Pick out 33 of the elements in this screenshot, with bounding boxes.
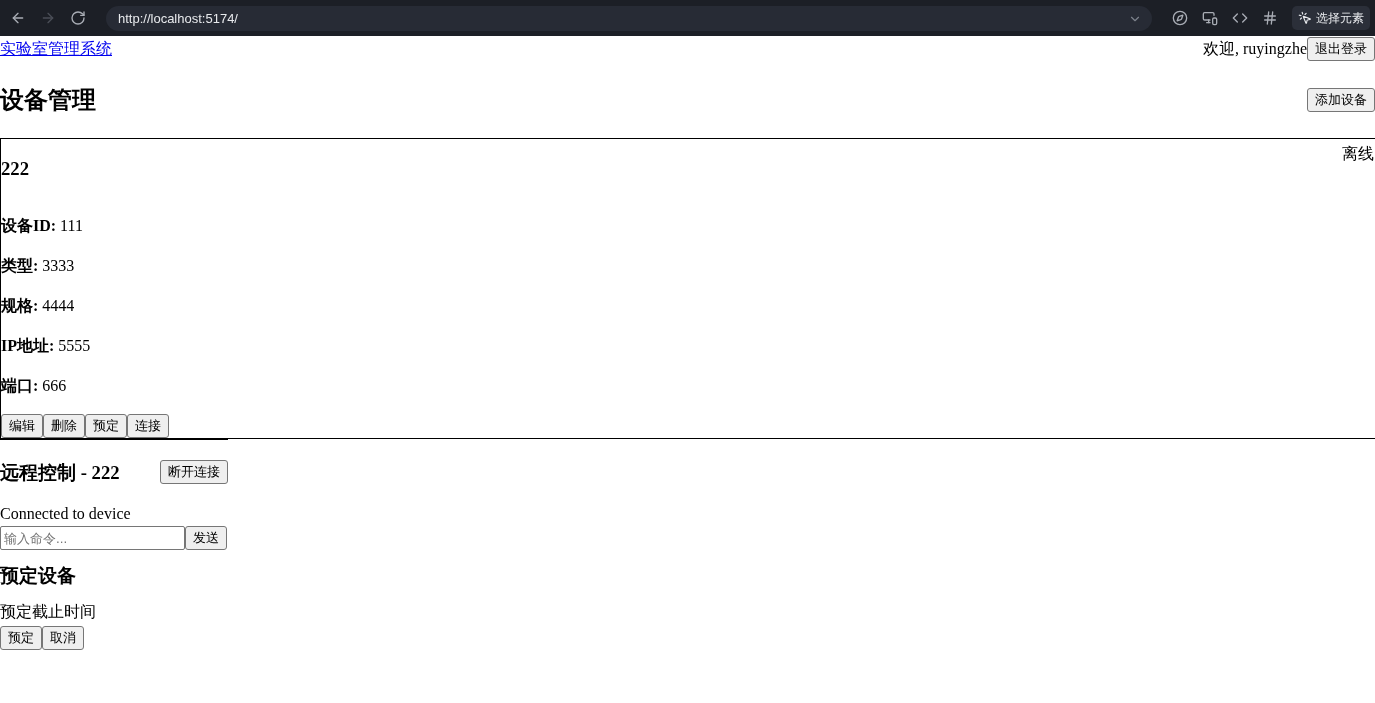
- welcome-text: 欢迎, ruyingzhe: [1203, 39, 1307, 60]
- cursor-click-icon: [1298, 11, 1312, 25]
- hash-icon[interactable]: [1262, 10, 1278, 26]
- device-field: 端口: 666: [1, 374, 67, 399]
- page-title: 设备管理: [0, 86, 96, 115]
- brand-link[interactable]: 实验室管理系统: [0, 37, 112, 61]
- device-action-button[interactable]: 编辑: [1, 414, 43, 439]
- device-action-button[interactable]: 预定: [85, 414, 127, 439]
- select-element-button[interactable]: 选择元素: [1292, 6, 1370, 30]
- cancel-button[interactable]: 取消: [42, 626, 84, 651]
- send-button[interactable]: 发送: [185, 526, 227, 551]
- reload-icon[interactable]: [70, 10, 86, 26]
- device-action-button[interactable]: 删除: [43, 414, 85, 439]
- deadline-label: 预定截止时间: [0, 602, 96, 623]
- connection-status: Connected to device: [0, 504, 131, 525]
- address-bar[interactable]: http://localhost:5174/: [106, 5, 1152, 31]
- disconnect-button[interactable]: 断开连接: [160, 460, 228, 485]
- devices-icon[interactable]: [1202, 10, 1218, 26]
- device-field: IP地址: 5555: [1, 334, 91, 359]
- remote-control-title: 远程控制 - 222: [0, 461, 120, 486]
- device-field: 设备ID: 111: [1, 214, 83, 239]
- compass-icon[interactable]: [1172, 10, 1188, 26]
- confirm-booking-button[interactable]: 预定: [0, 626, 42, 651]
- booking-title: 预定设备: [0, 564, 76, 589]
- logout-button[interactable]: 退出登录: [1307, 37, 1375, 61]
- device-field: 规格: 4444: [1, 294, 75, 319]
- command-input[interactable]: 输入命令...: [0, 526, 185, 551]
- add-device-button[interactable]: 添加设备: [1307, 88, 1375, 112]
- device-action-button[interactable]: 连接: [127, 414, 169, 439]
- device-status: 离线: [1342, 144, 1375, 164]
- code-icon[interactable]: [1232, 10, 1248, 26]
- device-name: 222: [1, 157, 30, 180]
- device-field: 类型: 3333: [1, 254, 75, 279]
